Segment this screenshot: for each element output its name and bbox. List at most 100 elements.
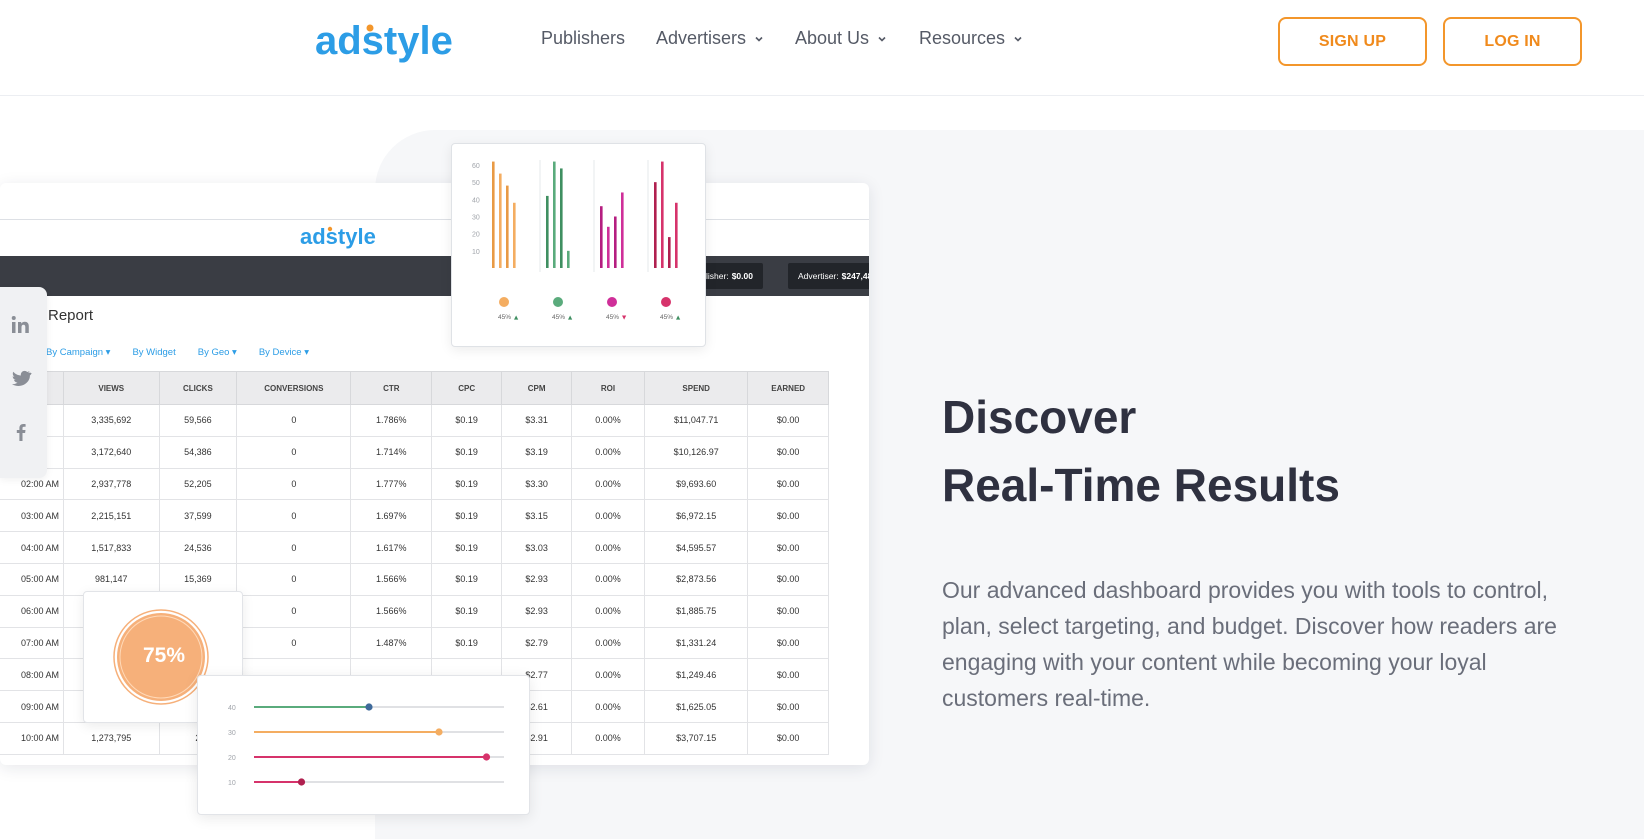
- table-cell: 0.00%: [571, 690, 645, 723]
- hero-description: Our advanced dashboard provides you with…: [942, 577, 1557, 711]
- bar: [614, 216, 617, 268]
- table-cell: 3,172,640: [63, 435, 160, 469]
- table-cell: $6,972.15: [643, 499, 749, 533]
- table-cell: $2,873.56: [643, 562, 749, 596]
- table-cell: 1.566%: [350, 594, 433, 628]
- chevron-down-icon: [878, 36, 886, 42]
- table-cell: 1.566%: [350, 562, 433, 596]
- column-header[interactable]: CPM: [501, 371, 573, 405]
- table-cell: 0: [236, 626, 352, 660]
- column-header[interactable]: ROI: [571, 371, 645, 405]
- column-header[interactable]: EARNED: [747, 371, 829, 405]
- nav-resources-label: Resources: [919, 28, 1006, 48]
- log-in-button[interactable]: LOG IN: [1443, 17, 1582, 66]
- table-cell: 0.00%: [571, 404, 645, 437]
- table-cell: 0.00%: [571, 721, 645, 755]
- trend-arrow: ▲: [676, 315, 681, 321]
- bar-chart-card: 60 50 40 30 20 10 45% ▲ 45% ▲ 45% ▼ 45% ▲: [451, 143, 706, 347]
- filter-by-campaign[interactable]: By Campaign ▾: [46, 347, 110, 358]
- hero-headline-line-1: Discover: [942, 391, 1137, 443]
- table-cell: 1.786%: [350, 404, 433, 437]
- y-tick-label: 40: [472, 197, 480, 204]
- bar: [567, 250, 570, 268]
- table-cell: $1,249.46: [643, 658, 749, 692]
- y-tick-label: 60: [472, 163, 480, 170]
- filter-by-geo[interactable]: By Geo ▾: [198, 347, 237, 358]
- trend-arrow: ▼: [622, 315, 627, 321]
- table-cell: 1,273,795: [63, 721, 160, 755]
- slider-knob[interactable]: [365, 703, 373, 711]
- y-tick-label: 10: [472, 249, 480, 256]
- twitter-icon[interactable]: [10, 367, 32, 389]
- bar: [513, 202, 516, 268]
- nav-advertisers[interactable]: Advertisers: [656, 28, 764, 49]
- publisher-balance-label: lisher:: [706, 271, 729, 281]
- table-cell: 09:00 AM: [0, 690, 64, 723]
- nav-about-us-label: About Us: [795, 28, 870, 48]
- table-cell: $0.00: [747, 594, 829, 628]
- sign-up-button[interactable]: SIGN UP: [1278, 17, 1427, 66]
- table-cell: 07:00 AM: [0, 626, 64, 660]
- table-cell: $0.00: [747, 435, 829, 469]
- nav-resources[interactable]: Resources: [919, 28, 1023, 49]
- legend-dot: [607, 297, 617, 307]
- social-share-bar: [0, 287, 47, 478]
- column-header[interactable]: CLICKS: [158, 371, 238, 405]
- table-cell: $4,595.57: [643, 531, 749, 564]
- nav-publishers[interactable]: Publishers: [541, 28, 625, 49]
- column-header[interactable]: SPEND: [643, 371, 749, 405]
- slider-tick-label: 10: [228, 780, 236, 787]
- table-cell: $3.19: [501, 435, 573, 469]
- table-cell: $0.00: [747, 658, 829, 692]
- table-cell: 1.777%: [350, 467, 433, 501]
- table-row: 04:00 AM 1,517,833 24,536 0 1.617% $0.19 $3.03…: [0, 531, 829, 564]
- advertiser-balance: Advertiser:$247,484.86: [788, 263, 869, 289]
- table-cell: 1,517,833: [63, 531, 160, 564]
- nav-publishers-label: Publishers: [541, 28, 626, 48]
- table-cell: $10,126.97: [643, 435, 749, 469]
- filter-by-widget[interactable]: By Widget: [132, 347, 175, 358]
- table-cell: $0.00: [747, 721, 829, 755]
- table-cell: 08:00 AM: [0, 658, 64, 692]
- bar: [506, 185, 509, 268]
- table-cell: 10:00 AM: [0, 721, 64, 755]
- table-cell: 0: [236, 499, 352, 533]
- bar: [661, 161, 664, 268]
- table-cell: $1,885.75: [643, 594, 749, 628]
- table-row: 02:00 AM 2,937,778 52,205 0 1.777% $0.19 $3.30…: [0, 467, 829, 501]
- table-cell: 05:00 AM: [0, 562, 64, 596]
- report-title: Report: [48, 307, 94, 324]
- table-cell: 1.697%: [350, 499, 433, 533]
- legend-dot: [499, 297, 509, 307]
- slider-knob[interactable]: [435, 728, 443, 736]
- table-cell: 1.714%: [350, 435, 433, 469]
- slider-tick-label: 30: [228, 730, 236, 737]
- filter-by-device[interactable]: By Device ▾: [259, 347, 309, 358]
- linkedin-icon[interactable]: [10, 314, 32, 336]
- legend-percent: 45%: [660, 314, 673, 321]
- table-cell: $2.93: [501, 594, 573, 628]
- table-cell: 59,566: [158, 404, 238, 437]
- table-cell: $0.00: [747, 467, 829, 501]
- slider-tick-label: 20: [228, 755, 236, 762]
- dashboard-logo: adstyle: [300, 224, 376, 249]
- trend-arrow: ▲: [514, 315, 519, 321]
- table-cell: 2,215,151: [63, 499, 160, 533]
- column-header[interactable]: VIEWS: [63, 371, 160, 405]
- column-header[interactable]: CTR: [350, 371, 433, 405]
- slider-knob[interactable]: [297, 778, 306, 786]
- nav-about-us[interactable]: About Us: [795, 28, 887, 49]
- slider-knob[interactable]: [482, 753, 491, 761]
- y-tick-label: 20: [472, 232, 480, 239]
- facebook-icon[interactable]: [10, 421, 32, 443]
- column-header[interactable]: CPC: [431, 371, 503, 405]
- table-cell: $3.31: [501, 404, 573, 437]
- table-cell: 0.00%: [571, 594, 645, 628]
- bar: [675, 202, 678, 268]
- column-header[interactable]: CONVERSIONS: [236, 371, 352, 405]
- table-cell: 06:00 AM: [0, 594, 64, 628]
- table-cell: $9,693.60: [643, 467, 749, 501]
- adstyle-logo[interactable]: adstyle: [315, 14, 480, 70]
- table-header-row: VIEWS CLICKS CONVERSIONS CTR CPC CPM ROI SPEND E…: [0, 371, 829, 405]
- table-cell: 0: [236, 467, 352, 501]
